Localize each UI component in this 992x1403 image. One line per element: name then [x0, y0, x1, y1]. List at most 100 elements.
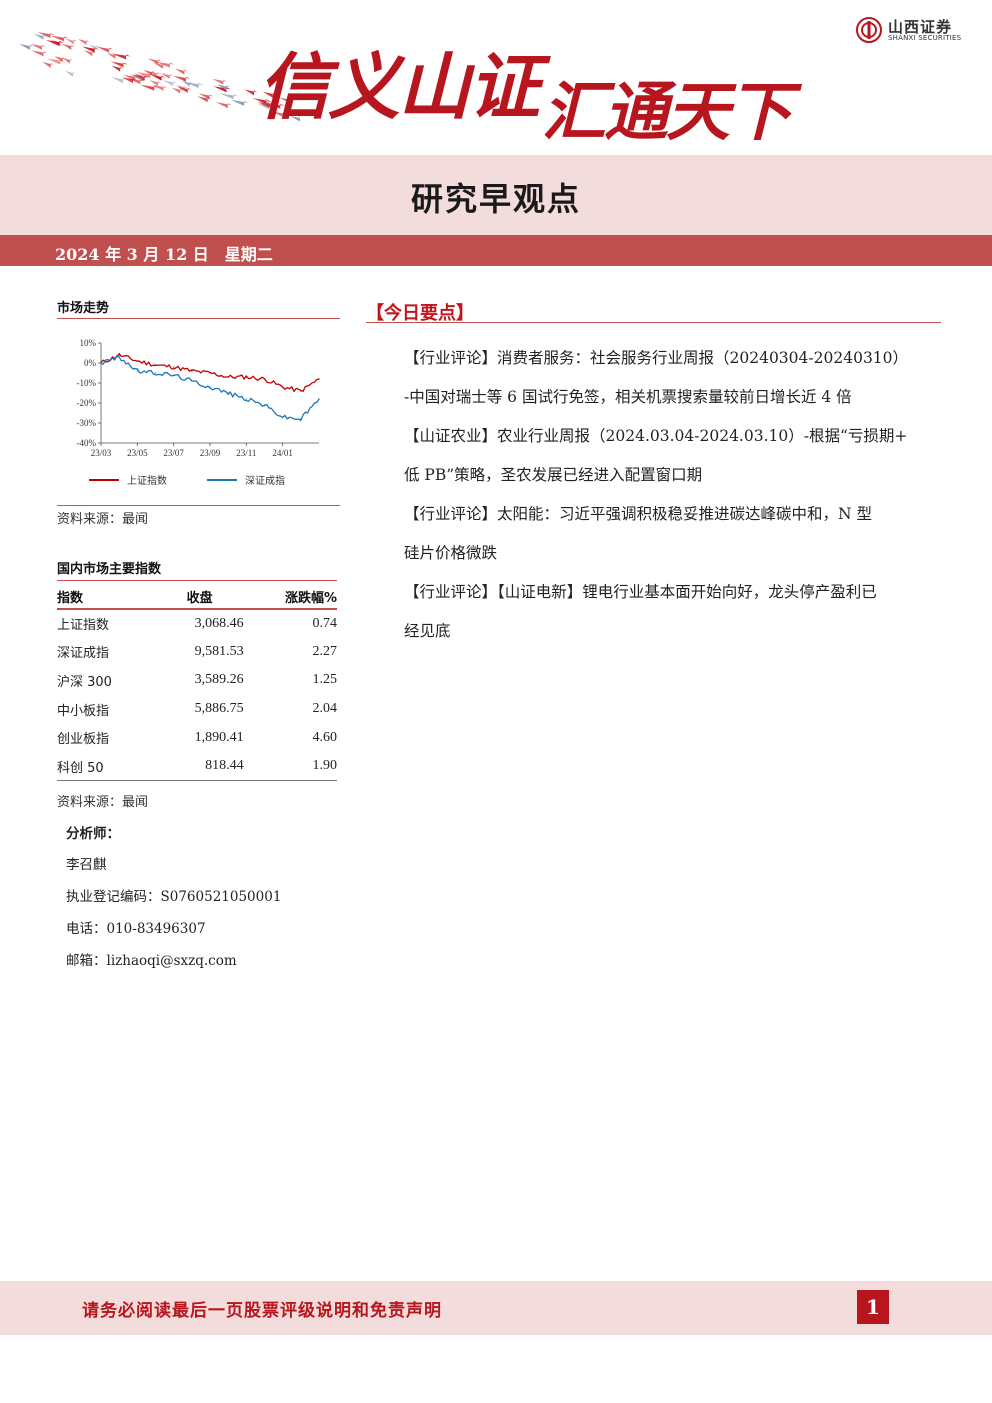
- key-point-line: -中国对瑞士等 6 国试行免签，相关机票搜索量较前日增长近 4 倍: [404, 388, 852, 406]
- market-trend-heading: 市场走势: [57, 301, 110, 316]
- index-change: 0.74: [312, 615, 338, 631]
- index-name: 科创 50: [57, 751, 156, 782]
- x-tick-label: 23/11: [236, 448, 256, 458]
- slogan-part2: 汇通天下: [542, 76, 792, 150]
- data-point: [318, 378, 320, 380]
- index-name: 中小板指: [57, 703, 110, 719]
- page-number: 1: [857, 1290, 889, 1324]
- index-name: 深证成指: [57, 646, 110, 662]
- y-tick-label: -20%: [77, 398, 97, 408]
- arrow-shape: [65, 38, 78, 45]
- arrow-shape: [96, 46, 114, 53]
- key-point-line: 硅片价格微跌: [404, 544, 498, 562]
- data-point: [299, 390, 302, 392]
- key-point-item[interactable]: 【行业评论】消费者服务：社会服务行业周报（20240304-20240310） …: [404, 339, 944, 417]
- logo-mark-icon: [856, 17, 882, 43]
- key-points-rule: [366, 322, 941, 323]
- analyst-email[interactable]: 邮箱：lizhaoqi@sxzq.com: [66, 949, 237, 969]
- analyst-phone: 电话：010-83496307: [66, 921, 206, 937]
- index-name: 沪深 300: [57, 674, 112, 690]
- table-row: 中小板指 5,886.75 2.04: [57, 695, 337, 724]
- table-row: 创业板指 1,890.41 4.60: [57, 723, 337, 752]
- weekday: 星期二: [224, 245, 273, 264]
- table-row: 沪深 300 3,589.26 1.25: [57, 666, 337, 695]
- data-point: [263, 378, 266, 380]
- data-point: [281, 416, 284, 418]
- y-tick-label: -40%: [77, 438, 97, 448]
- arrow-shape: [45, 40, 64, 47]
- arrow-shape: [172, 75, 191, 82]
- key-point-item[interactable]: 【行业评论】【山证电新】锂电行业基本面开始向好，龙头停产盈利已 经见底: [404, 573, 944, 651]
- chart-bottom-rule: [57, 505, 340, 506]
- date-line: 2024 年 3 月 12 日星期二: [55, 241, 273, 265]
- legend-label: 深证成指: [245, 474, 285, 487]
- arrow-shape: [42, 61, 54, 68]
- indices-source: 资料来源：最闻: [57, 795, 149, 810]
- index-change: 4.60: [312, 729, 338, 745]
- data-point: [281, 386, 284, 388]
- indices-heading: 国内市场主要指数: [57, 562, 162, 577]
- arrow-shape: [174, 68, 188, 75]
- data-point: [209, 372, 211, 374]
- indices-heading-rule: [57, 580, 337, 581]
- arrow-shape: [111, 65, 123, 72]
- index-change: 1.90: [243, 751, 337, 782]
- key-point-line: 【山证农业】农业行业周报（2024.03.04-2024.03.10）-根据“亏…: [404, 427, 908, 445]
- index-close: 818.44: [155, 751, 244, 782]
- x-tick-label: 23/03: [91, 448, 112, 458]
- col-change: 涨跌幅%: [243, 584, 337, 610]
- footer-disclaimer: 请务必阅读最后一页股票评级说明和免责声明: [82, 1301, 442, 1321]
- arrow-shape: [152, 84, 168, 91]
- x-tick-label: 23/09: [200, 448, 221, 458]
- data-point: [154, 364, 157, 366]
- data-point: [172, 374, 175, 376]
- key-point-line: 经见底: [404, 622, 451, 640]
- arrow-shape: [149, 80, 161, 87]
- table-row: 上证指数 3,068.46 0.74: [57, 609, 337, 638]
- arrow-shape: [31, 50, 48, 57]
- col-close: 收盘: [155, 584, 244, 610]
- chart-source: 资料来源：最闻: [57, 512, 149, 527]
- report-date: 2024 年 3 月 12 日: [55, 245, 209, 264]
- arrow-shape: [219, 93, 239, 100]
- key-point-line: 【行业评论】消费者服务：社会服务行业周报（20240304-20240310）: [404, 349, 909, 367]
- data-point: [190, 380, 193, 382]
- index-change: 1.25: [312, 672, 338, 688]
- key-point-item[interactable]: 【山证农业】农业行业周报（2024.03.04-2024.03.10）-根据“亏…: [404, 417, 944, 495]
- table-header-row: 指数 收盘 涨跌幅%: [57, 584, 337, 610]
- arrow-shape: [150, 74, 166, 81]
- analyst-heading: 分析师：: [66, 826, 120, 842]
- data-point: [154, 372, 157, 374]
- data-point: [118, 354, 121, 356]
- index-change: 2.04: [312, 701, 338, 717]
- indices-table: 指数 收盘 涨跌幅% 上证指数 3,068.46 0.74 深证成指 9,581…: [57, 584, 337, 782]
- index-change: 2.27: [312, 643, 338, 659]
- index-close: 9,581.53: [194, 643, 244, 659]
- key-point-line: 【行业评论】【山证电新】锂电行业基本面开始向好，龙头停产盈利已: [404, 583, 877, 601]
- y-tick-label: -30%: [77, 418, 97, 428]
- index-close: 5,886.75: [194, 701, 244, 717]
- slogan-part1: 信义山证: [258, 45, 540, 129]
- logo-english-name: SHANXI SECURITIES: [888, 34, 962, 42]
- market-heading-rule: [57, 318, 340, 319]
- y-tick-label: -10%: [77, 378, 97, 388]
- data-point: [136, 360, 139, 362]
- arrow-shape: [162, 80, 177, 87]
- data-point: [100, 362, 102, 364]
- arrow-shape: [78, 38, 90, 45]
- arrow-swarm-graphic: [19, 32, 300, 122]
- key-point-line: 【行业评论】太阳能：习近平强调积极稳妥推进碳达峰碳中和，N 型: [404, 505, 872, 523]
- index-close: 3,589.26: [194, 672, 244, 688]
- company-logo: 山西证券 SHANXI SECURITIES: [856, 16, 976, 46]
- slogan: 信义山证汇通天下: [258, 28, 792, 150]
- col-index: 指数: [57, 584, 156, 610]
- arrow-shape: [65, 70, 76, 77]
- market-trend-chart: 10% 0% -10% -20% -30% -40%23/03 23/05 23/07 23/0…: [77, 338, 320, 487]
- index-close: 3,068.46: [194, 615, 244, 631]
- index-close: 1,890.41: [194, 729, 244, 745]
- table-row: 深证成指 9,581.53 2.27: [57, 638, 337, 667]
- data-point: [190, 370, 193, 372]
- x-tick-label: 23/07: [163, 448, 184, 458]
- page-title: 研究早观点: [410, 180, 581, 218]
- key-point-item[interactable]: 【行业评论】太阳能：习近平强调积极稳妥推进碳达峰碳中和，N 型 硅片价格微跌: [404, 495, 944, 573]
